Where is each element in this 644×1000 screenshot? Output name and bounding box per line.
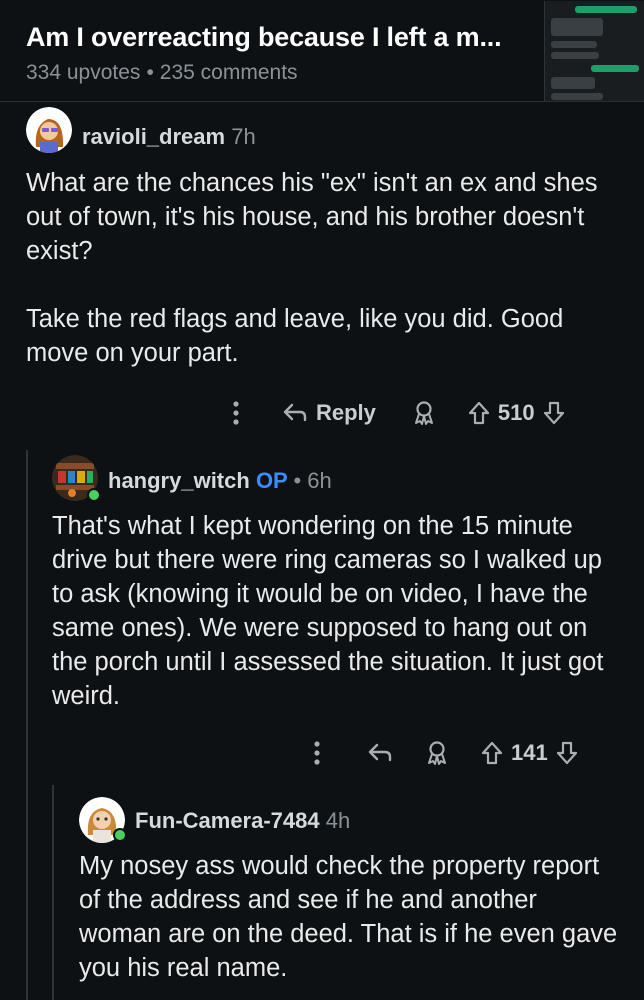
- username[interactable]: ravioli_dream: [82, 124, 225, 149]
- comment-body: What are the chances his "ex" isn't an e…: [26, 169, 598, 367]
- reply-button[interactable]: [367, 742, 393, 764]
- upvote-arrow-icon: [481, 741, 503, 765]
- vote-score: 141: [511, 740, 548, 765]
- downvote-arrow-icon: [556, 741, 577, 765]
- downvote-arrow-icon: [543, 401, 564, 425]
- online-indicator: [87, 488, 101, 502]
- avatar-image-ravioli: [26, 107, 72, 153]
- comment-body: That's what I kept wondering on the 15 m…: [52, 512, 604, 710]
- award-icon: [414, 401, 433, 425]
- post-meta: 334 upvotes • 235 comments: [26, 61, 298, 85]
- reply-button[interactable]: Reply: [282, 400, 376, 426]
- upvote-arrow-icon: [468, 401, 490, 425]
- thumb-message: [551, 18, 603, 36]
- username[interactable]: Fun-Camera-7484: [135, 808, 320, 833]
- post-header[interactable]: Am I overreacting because I left a m... …: [0, 0, 644, 102]
- comment-actions: Reply 510: [232, 393, 565, 433]
- reply-arrow-icon: [368, 743, 392, 762]
- comment-author[interactable]: ravioli_dream 7h: [82, 124, 256, 150]
- meta-separator: •: [293, 468, 302, 493]
- comment-time: 6h: [307, 468, 332, 493]
- award-button[interactable]: [412, 400, 436, 426]
- online-indicator: [113, 828, 127, 842]
- comment-body: My nosey ass would check the property re…: [79, 852, 618, 982]
- reply-arrow-icon: [283, 403, 307, 422]
- comment-author[interactable]: Fun-Camera-7484 4h: [135, 808, 350, 834]
- post-thumbnail[interactable]: [544, 1, 644, 101]
- meta-separator: •: [146, 61, 154, 84]
- thumb-message: [551, 52, 599, 59]
- thumb-message: [551, 41, 597, 48]
- comment-time: 4h: [325, 808, 351, 833]
- upvote-button[interactable]: [468, 401, 490, 425]
- username[interactable]: hangry_witch: [108, 468, 250, 493]
- award-icon: [428, 741, 446, 765]
- vote-score: 510: [497, 400, 535, 425]
- thumb-message: [551, 93, 603, 100]
- thumb-message: [551, 77, 595, 89]
- thumb-message: [591, 65, 639, 72]
- comment-count: 235 comments: [159, 61, 298, 84]
- op-badge: OP: [255, 468, 288, 493]
- avatar[interactable]: [26, 107, 72, 153]
- award-button[interactable]: [425, 740, 449, 766]
- comment-actions: 141: [313, 733, 578, 773]
- more-vertical-icon[interactable]: [313, 740, 321, 766]
- post-title[interactable]: Am I overreacting because I left a m...: [26, 22, 502, 53]
- downvote-button[interactable]: [543, 401, 565, 425]
- comment-time: 7h: [231, 124, 256, 149]
- upvote-button[interactable]: [481, 741, 503, 765]
- thumb-message: [575, 6, 637, 13]
- upvote-count: 334 upvotes: [26, 61, 141, 84]
- more-vertical-icon[interactable]: [232, 400, 240, 426]
- downvote-button[interactable]: [556, 741, 578, 765]
- reply-label: Reply: [316, 400, 376, 425]
- thread-line[interactable]: [26, 450, 28, 1000]
- comment-author[interactable]: hangry_witch OP • 6h: [108, 468, 332, 494]
- thread-line[interactable]: [52, 785, 54, 1000]
